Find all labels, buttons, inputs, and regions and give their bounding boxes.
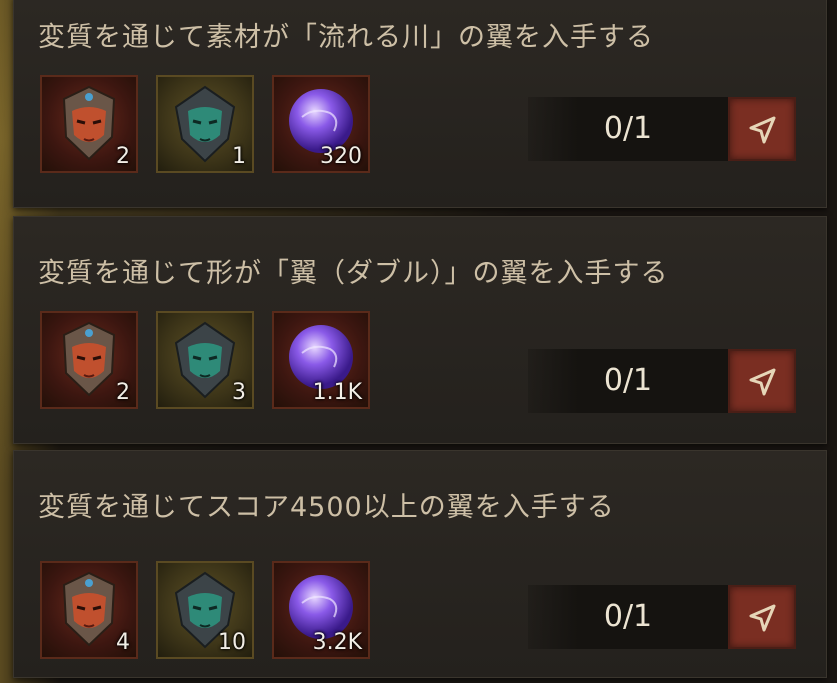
- reward-slot-purple-orb[interactable]: 3.2K: [272, 561, 370, 659]
- reward-count: 2: [116, 380, 130, 405]
- reward-slot-jade-mask[interactable]: 10: [156, 561, 254, 659]
- progress-box: 0/1: [528, 97, 728, 161]
- go-button[interactable]: [728, 585, 796, 649]
- reward-count: 2: [116, 144, 130, 169]
- reward-count: 3.2K: [312, 630, 362, 655]
- go-button[interactable]: [728, 349, 796, 413]
- reward-slot-crimson-mask[interactable]: 2: [40, 75, 138, 173]
- reward-count: 4: [116, 630, 130, 655]
- reward-count: 1.1K: [312, 380, 362, 405]
- progress-text: 0/1: [603, 363, 653, 398]
- reward-slot-crimson-mask[interactable]: 2: [40, 311, 138, 409]
- quest-card: 変質を通じて形が「翼（ダブル）」の翼を入手する 2 3 1.1K 0/1: [13, 216, 827, 444]
- quest-card: 変質を通じてスコア4500以上の翼を入手する 4 10 3.2K 0/1: [13, 450, 827, 678]
- quest-title: 変質を通じて形が「翼（ダブル）」の翼を入手する: [38, 258, 669, 289]
- send-arrow-icon: [749, 368, 776, 396]
- progress-box: 0/1: [528, 585, 728, 649]
- progress-text: 0/1: [603, 599, 653, 634]
- send-arrow-icon: [749, 116, 776, 144]
- reward-count: 320: [320, 144, 362, 169]
- progress-text: 0/1: [603, 111, 653, 146]
- quest-title: 変質を通じて素材が「流れる川」の翼を入手する: [38, 22, 654, 53]
- reward-slot-jade-mask[interactable]: 1: [156, 75, 254, 173]
- quest-title: 変質を通じてスコア4500以上の翼を入手する: [38, 492, 615, 523]
- reward-count: 10: [218, 630, 246, 655]
- quest-card: 変質を通じて素材が「流れる川」の翼を入手する 2 1 320 0/1: [13, 0, 827, 208]
- go-button[interactable]: [728, 97, 796, 161]
- reward-slot-purple-orb[interactable]: 1.1K: [272, 311, 370, 409]
- progress-box: 0/1: [528, 349, 728, 413]
- send-arrow-icon: [749, 604, 776, 632]
- reward-slot-crimson-mask[interactable]: 4: [40, 561, 138, 659]
- reward-count: 1: [232, 144, 246, 169]
- reward-count: 3: [232, 380, 246, 405]
- reward-slot-jade-mask[interactable]: 3: [156, 311, 254, 409]
- reward-slot-purple-orb[interactable]: 320: [272, 75, 370, 173]
